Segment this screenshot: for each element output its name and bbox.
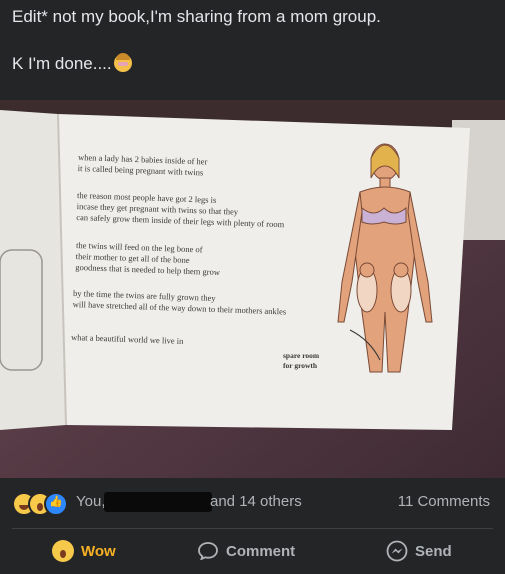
post-line-done-text: K I'm done.... [12,54,112,73]
reactors-others[interactable]: and 14 others [210,493,302,510]
send-button[interactable]: Send [386,533,452,569]
post-line-done: K I'm done.... [12,53,495,75]
wow-button-label: Wow [81,542,116,560]
reactions-row[interactable]: You, and 14 others 11 Comments [0,488,505,518]
post-text: Edit* not my book,I'm sharing from a mom… [12,6,495,75]
comment-icon [198,542,218,560]
action-divider [12,528,493,529]
send-button-label: Send [415,542,452,560]
post-photo[interactable]: when a lady has 2 babies inside of herit… [0,100,505,478]
facepalm-emoji-icon [113,53,132,72]
comments-count[interactable]: 11 Comments [398,493,490,510]
wow-button[interactable]: Wow [52,533,116,569]
like-icon [44,492,68,516]
book-photo-svg: when a lady has 2 babies inside of herit… [0,100,505,478]
book-left-page [0,110,66,430]
spare-room-label: spare room for growth [283,351,320,370]
redaction-bar [104,492,212,512]
messenger-send-icon [386,540,408,562]
action-bar: Wow Comment Send [0,533,505,569]
wow-reaction-icon [52,540,74,562]
reactors-you[interactable]: You, [76,493,105,510]
comment-button-label: Comment [226,542,296,560]
post-line-edit: Edit* not my book,I'm sharing from a mom… [12,7,381,26]
comment-button[interactable]: Comment [198,533,295,569]
